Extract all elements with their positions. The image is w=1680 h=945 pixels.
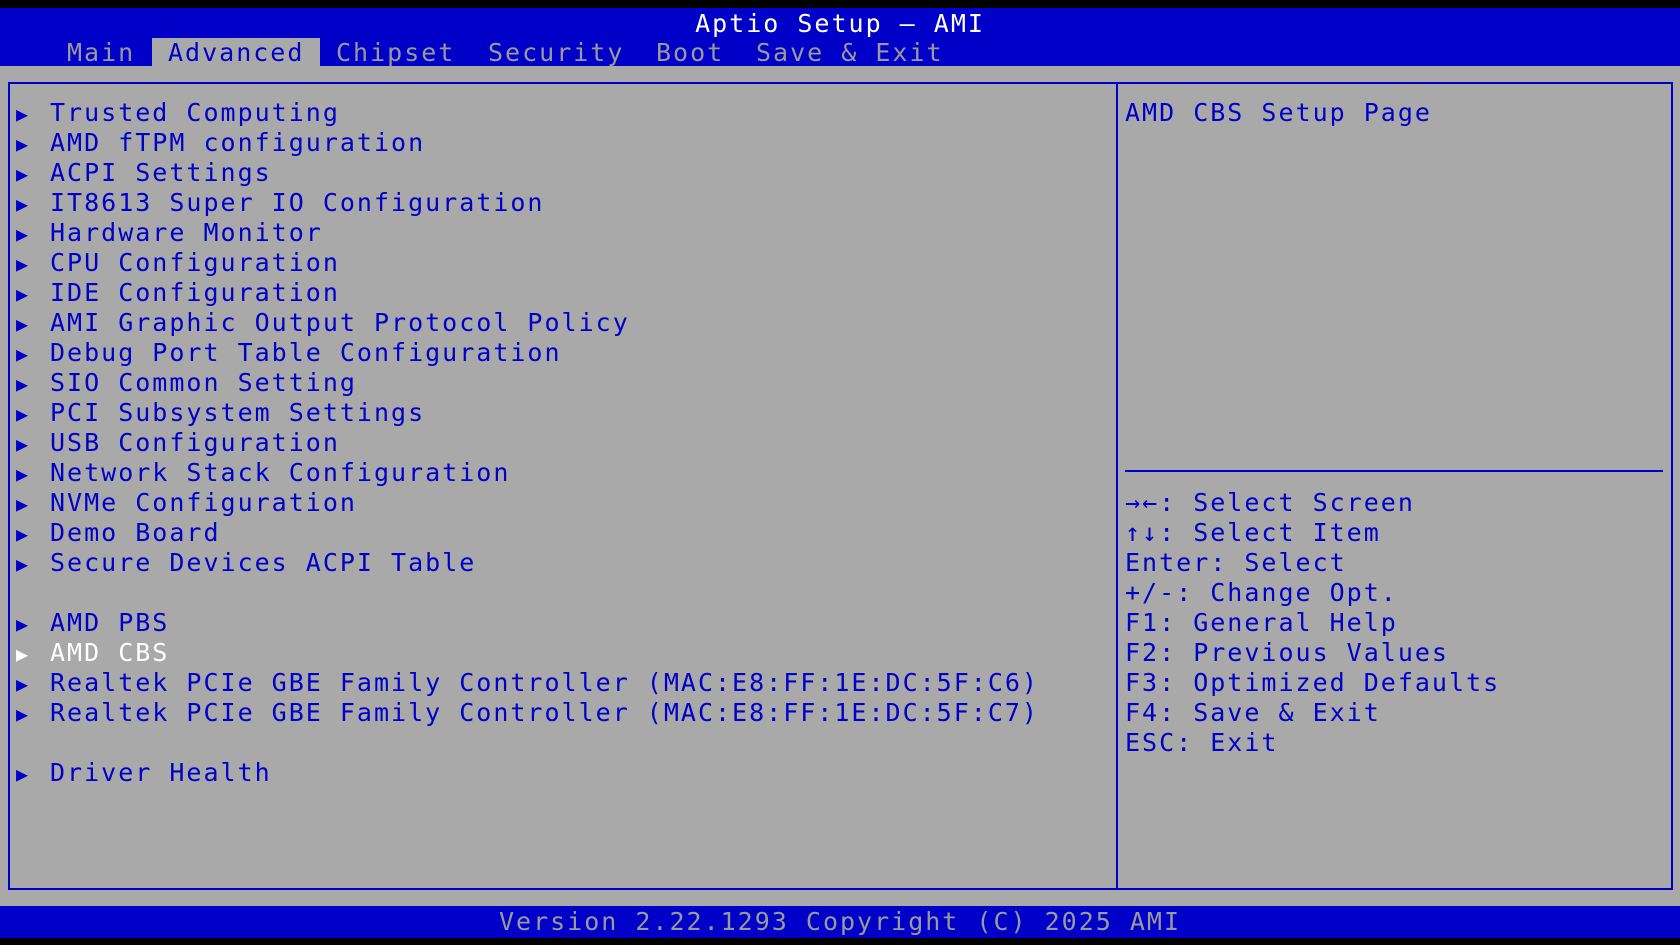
menu-item-network-stack[interactable]: ▶ Network Stack Configuration [16, 458, 510, 488]
submenu-arrow-icon: ▶ [16, 312, 31, 336]
submenu-arrow-icon: ▶ [16, 102, 31, 126]
submenu-arrow-icon: ▶ [16, 642, 31, 666]
menu-item-amd-ftpm[interactable]: ▶ AMD fTPM configuration [16, 128, 425, 158]
tab-advanced[interactable]: Advanced [152, 38, 321, 68]
submenu-arrow-icon: ▶ [16, 702, 31, 726]
key-hint-select-item: ↑↓: Select Item [1125, 518, 1381, 547]
help-divider [1125, 470, 1663, 472]
tab-chipset[interactable]: Chipset [320, 38, 471, 68]
tab-security[interactable]: Security [472, 38, 640, 68]
submenu-arrow-icon: ▶ [16, 492, 31, 516]
menu-item-trusted-computing[interactable]: ▶ Trusted Computing [16, 98, 340, 128]
version-text: Version 2.22.1293 Copyright (C) 2025 AMI [498, 907, 1182, 936]
submenu-arrow-icon: ▶ [16, 342, 31, 366]
key-hint-enter: Enter: Select [1125, 548, 1347, 577]
help-panel [1116, 82, 1673, 890]
key-hint-f1: F1: General Help [1125, 608, 1398, 637]
menu-item-nvme-configuration[interactable]: ▶ NVMe Configuration [16, 488, 357, 518]
submenu-arrow-icon: ▶ [16, 672, 31, 696]
key-hint-f3: F3: Optimized Defaults [1125, 668, 1501, 697]
setup-title: Aptio Setup – AMI [695, 9, 985, 38]
menu-item-gop-policy[interactable]: ▶ AMI Graphic Output Protocol Policy [16, 308, 630, 338]
submenu-arrow-icon: ▶ [16, 762, 31, 786]
submenu-arrow-icon: ▶ [16, 522, 31, 546]
menu-item-debug-port-table[interactable]: ▶ Debug Port Table Configuration [16, 338, 562, 368]
menu-item-amd-cbs[interactable]: ▶ AMD CBS [16, 638, 169, 668]
key-hint-f2: F2: Previous Values [1125, 638, 1449, 667]
menu-item-usb-configuration[interactable]: ▶ USB Configuration [16, 428, 340, 458]
key-hint-f4: F4: Save & Exit [1125, 698, 1381, 727]
tab-boot[interactable]: Boot [640, 38, 740, 68]
submenu-arrow-icon: ▶ [16, 552, 31, 576]
key-hint-select-screen: →←: Select Screen [1125, 488, 1415, 517]
menu-item-secure-devices-acpi[interactable]: ▶ Secure Devices ACPI Table [16, 548, 476, 578]
submenu-arrow-icon: ▶ [16, 192, 31, 216]
help-description: AMD CBS Setup Page [1125, 98, 1432, 127]
menu-item-ide-configuration[interactable]: ▶ IDE Configuration [16, 278, 340, 308]
submenu-arrow-icon: ▶ [16, 432, 31, 456]
submenu-arrow-icon: ▶ [16, 462, 31, 486]
submenu-arrow-icon: ▶ [16, 132, 31, 156]
menu-item-super-io[interactable]: ▶ IT8613 Super IO Configuration [16, 188, 545, 218]
menu-item-acpi-settings[interactable]: ▶ ACPI Settings [16, 158, 272, 188]
key-hint-esc: ESC: Exit [1125, 728, 1279, 757]
submenu-arrow-icon: ▶ [16, 252, 31, 276]
menu-item-amd-pbs[interactable]: ▶ AMD PBS [16, 608, 169, 638]
menu-item-cpu-configuration[interactable]: ▶ CPU Configuration [16, 248, 340, 278]
submenu-arrow-icon: ▶ [16, 372, 31, 396]
tab-save-exit[interactable]: Save & Exit [740, 38, 960, 68]
submenu-arrow-icon: ▶ [16, 282, 31, 306]
tab-main[interactable]: Main [51, 38, 151, 68]
menu-item-realtek-c7[interactable]: ▶ Realtek PCIe GBE Family Controller (MAC… [16, 698, 1039, 728]
menu-item-hardware-monitor[interactable]: ▶ Hardware Monitor [16, 218, 323, 248]
submenu-arrow-icon: ▶ [16, 402, 31, 426]
menu-item-sio-common[interactable]: ▶ SIO Common Setting [16, 368, 357, 398]
submenu-arrow-icon: ▶ [16, 222, 31, 246]
menu-item-realtek-c6[interactable]: ▶ Realtek PCIe GBE Family Controller (MAC… [16, 668, 1039, 698]
submenu-arrow-icon: ▶ [16, 612, 31, 636]
menu-item-driver-health[interactable]: ▶ Driver Health [16, 758, 272, 788]
menu-item-demo-board[interactable]: ▶ Demo Board [16, 518, 221, 548]
menu-item-pci-subsystem[interactable]: ▶ PCI Subsystem Settings [16, 398, 425, 428]
key-hint-change-opt: +/-: Change Opt. [1125, 578, 1398, 607]
submenu-arrow-icon: ▶ [16, 162, 31, 186]
